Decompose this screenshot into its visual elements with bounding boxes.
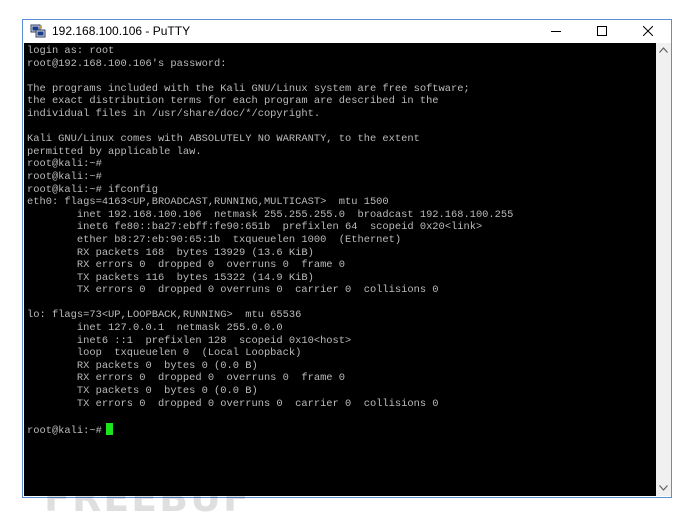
terminal-screen[interactable]: login as: root root@192.168.100.106's pas… bbox=[24, 43, 656, 496]
terminal-line: RX packets 168 bytes 13929 (13.6 KiB) bbox=[27, 247, 513, 260]
terminal-line-text: eth0: flags=4163<UP,BROADCAST,RUNNING,MU… bbox=[27, 196, 389, 209]
terminal-line: lo: flags=73<UP,LOOPBACK,RUNNING> mtu 65… bbox=[27, 309, 513, 322]
close-button[interactable] bbox=[625, 20, 671, 43]
terminal-line-text: RX errors 0 dropped 0 overruns 0 frame 0 bbox=[27, 259, 346, 272]
terminal-line: the exact distribution terms for each pr… bbox=[27, 95, 513, 108]
terminal-line: ether b8:27:eb:90:65:1b txqueuelen 1000 … bbox=[27, 234, 513, 247]
terminal-line: inet6 fe80::ba27:ebff:fe90:651b prefixle… bbox=[27, 221, 513, 234]
terminal-line: inet 127.0.0.1 netmask 255.0.0.0 bbox=[27, 322, 513, 335]
terminal-line-text: root@kali:~# ifconfig bbox=[27, 183, 158, 196]
terminal-line: permitted by applicable law. bbox=[27, 146, 513, 159]
scroll-down-button[interactable] bbox=[656, 481, 671, 496]
terminal-line-text: inet 192.168.100.106 netmask 255.255.255… bbox=[27, 208, 514, 221]
terminal-line-text: TX errors 0 dropped 0 overruns 0 carrier… bbox=[27, 397, 439, 410]
terminal-line-text: The programs included with the Kali GNU/… bbox=[27, 82, 470, 95]
terminal-line: eth0: flags=4163<UP,BROADCAST,RUNNING,MU… bbox=[27, 196, 513, 209]
text-cursor bbox=[105, 422, 113, 435]
terminal-line-text: lo: flags=73<UP,LOOPBACK,RUNNING> mtu 65… bbox=[27, 309, 302, 322]
terminal-line: RX errors 0 dropped 0 overruns 0 frame 0 bbox=[27, 259, 513, 272]
terminal-line: login as: root bbox=[27, 45, 513, 58]
close-icon bbox=[643, 26, 653, 36]
terminal-line: RX packets 0 bytes 0 (0.0 B) bbox=[27, 360, 513, 373]
scroll-up-button[interactable] bbox=[656, 43, 671, 58]
terminal-line-text: RX errors 0 dropped 0 overruns 0 frame 0 bbox=[27, 372, 346, 385]
title-bar[interactable]: 192.168.100.106 - PuTTY bbox=[23, 20, 671, 43]
minimize-button[interactable] bbox=[533, 20, 579, 43]
terminal-line: TX packets 116 bytes 15322 (14.9 KiB) bbox=[27, 272, 513, 285]
terminal-line-text: root@kali:~# bbox=[27, 424, 102, 437]
terminal-line: TX packets 0 bytes 0 (0.0 B) bbox=[27, 385, 513, 398]
minimize-icon bbox=[551, 31, 561, 32]
terminal-line-text: TX errors 0 dropped 0 overruns 0 carrier… bbox=[27, 284, 439, 297]
window-title: 192.168.100.106 - PuTTY bbox=[52, 24, 191, 38]
putty-window: 192.168.100.106 - PuTTY login as: root ro… bbox=[22, 19, 672, 498]
maximize-icon bbox=[597, 26, 607, 36]
terminal-line-text: permitted by applicable law. bbox=[27, 145, 202, 158]
terminal-line-text: root@kali:~# bbox=[27, 170, 102, 183]
chevron-down-icon bbox=[659, 485, 668, 491]
terminal-line-text: root@192.168.100.106's password: bbox=[27, 57, 227, 70]
terminal-line: Kali GNU/Linux comes with ABSOLUTELY NO … bbox=[27, 133, 513, 146]
terminal-line: TX errors 0 dropped 0 overruns 0 carrier… bbox=[27, 284, 513, 297]
terminal-line-text: loop txqueuelen 0 (Local Loopback) bbox=[27, 347, 302, 360]
terminal-line-text: RX packets 168 bytes 13929 (13.6 KiB) bbox=[27, 246, 314, 259]
terminal-line-text: inet6 ::1 prefixlen 128 scopeid 0x10<hos… bbox=[27, 334, 352, 347]
terminal-line-text: RX packets 0 bytes 0 (0.0 B) bbox=[27, 359, 258, 372]
terminal-line: inet 192.168.100.106 netmask 255.255.255… bbox=[27, 208, 514, 222]
terminal-line: inet6 ::1 prefixlen 128 scopeid 0x10<hos… bbox=[27, 335, 513, 348]
chevron-up-icon bbox=[659, 47, 668, 53]
terminal-line: root@kali:~# ifconfig bbox=[27, 184, 513, 197]
terminal-line-text: Kali GNU/Linux comes with ABSOLUTELY NO … bbox=[27, 133, 420, 146]
vertical-scrollbar[interactable] bbox=[656, 43, 671, 496]
terminal-line: The programs included with the Kali GNU/… bbox=[27, 83, 513, 96]
putty-app-icon[interactable] bbox=[30, 24, 46, 39]
terminal-line-text: root@kali:~# bbox=[27, 158, 102, 171]
maximize-button[interactable] bbox=[579, 20, 625, 43]
terminal-line: individual files in /usr/share/doc/*/cop… bbox=[27, 108, 513, 121]
terminal-line-text: login as: root bbox=[27, 45, 115, 57]
terminal-line: TX errors 0 dropped 0 overruns 0 carrier… bbox=[27, 398, 513, 411]
terminal-line-text: the exact distribution terms for each pr… bbox=[27, 95, 439, 108]
terminal-output: login as: root root@192.168.100.106's pas… bbox=[27, 45, 514, 437]
freebuf-watermark: FREEBUF bbox=[30, 478, 249, 518]
terminal-line-text: inet 127.0.0.1 netmask 255.0.0.0 bbox=[27, 322, 283, 335]
terminal-line-text: ether b8:27:eb:90:65:1b txqueuelen 1000 … bbox=[27, 233, 402, 246]
watermark-text: FREEBUF bbox=[44, 476, 251, 520]
terminal-line: root@kali:~# bbox=[27, 158, 513, 171]
terminal-line-text: TX packets 0 bytes 0 (0.0 B) bbox=[27, 385, 258, 398]
terminal-line-text: TX packets 116 bytes 15322 (14.9 KiB) bbox=[27, 271, 314, 284]
terminal-line: root@192.168.100.106's password: bbox=[27, 58, 513, 71]
terminal-line: RX errors 0 dropped 0 overruns 0 frame 0 bbox=[27, 372, 513, 385]
terminal-line-text: individual files in /usr/share/doc/*/cop… bbox=[27, 107, 321, 120]
terminal-line: loop txqueuelen 0 (Local Loopback) bbox=[27, 347, 513, 360]
terminal-line-text: inet6 fe80::ba27:ebff:fe90:651b prefixle… bbox=[27, 221, 483, 234]
terminal-line: root@kali:~# bbox=[27, 171, 513, 184]
terminal-line: root@kali:~# bbox=[27, 422, 513, 437]
